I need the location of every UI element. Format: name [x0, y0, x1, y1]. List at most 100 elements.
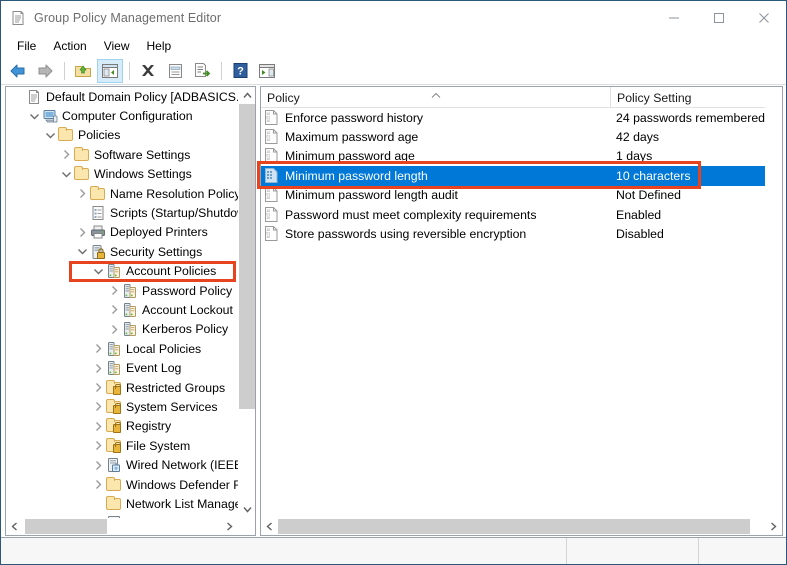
- listview-hscroll-track[interactable]: [278, 518, 765, 535]
- tree-item-scripts[interactable]: Scripts (Startup/Shutdow: [6, 203, 239, 222]
- show-action-pane-button[interactable]: [254, 59, 280, 83]
- gpme-window: Group Policy Management Editor File Acti…: [0, 0, 787, 565]
- menu-action[interactable]: Action: [46, 37, 96, 56]
- tree-hscroll-thumb[interactable]: [25, 519, 107, 534]
- listview-vertical-scrollbar[interactable]: [765, 87, 782, 518]
- tree-item-event-log[interactable]: Event Log: [6, 358, 239, 377]
- tree-item-deployed-printers[interactable]: Deployed Printers: [6, 223, 239, 242]
- show-hide-console-tree-button[interactable]: [97, 59, 123, 83]
- policy-row[interactable]: 100110Maximum password age42 days: [261, 127, 782, 146]
- chevron-right-icon[interactable]: [74, 223, 90, 242]
- chevron-down-icon[interactable]: [58, 165, 74, 184]
- tree-item-software-settings[interactable]: Software Settings: [6, 145, 239, 164]
- tree-horizontal-scrollbar[interactable]: [6, 518, 238, 535]
- up-one-level-button[interactable]: [70, 59, 96, 83]
- scroll-down-arrow-icon[interactable]: [239, 501, 256, 518]
- properties-button[interactable]: [162, 59, 188, 83]
- policy-setting-cell: Enabled: [616, 208, 661, 222]
- chevron-down-icon[interactable]: [90, 262, 106, 281]
- tree-item-network-list-manager[interactable]: Network List Manage: [6, 494, 239, 513]
- chevron-right-icon[interactable]: [90, 378, 106, 397]
- tree-vertical-scrollbar[interactable]: [238, 87, 255, 518]
- back-button[interactable]: [5, 59, 31, 83]
- policy-list[interactable]: 100110Enforce password history24 passwor…: [261, 108, 782, 518]
- chevron-right-icon[interactable]: [90, 359, 106, 378]
- menu-view[interactable]: View: [97, 37, 140, 56]
- chevron-right-icon[interactable]: [90, 456, 106, 475]
- tree-item-wired-network[interactable]: Wired Network (IEEE 8: [6, 455, 239, 474]
- chevron-down-icon[interactable]: [26, 107, 42, 126]
- tree-item-default-domain-policy[interactable]: Default Domain Policy [ADBASICS.THM: [6, 87, 239, 106]
- window-titlebar[interactable]: Group Policy Management Editor: [1, 1, 786, 35]
- tree-item-name-resolution-policy[interactable]: Name Resolution Policy: [6, 184, 239, 203]
- menu-help[interactable]: Help: [140, 37, 182, 56]
- tree-item-system-services[interactable]: System Services: [6, 397, 239, 416]
- policy-row[interactable]: 100110Enforce password history24 passwor…: [261, 108, 782, 127]
- column-header-policy-setting[interactable]: Policy Setting: [611, 87, 782, 108]
- policy-name-cell: Password must meet complexity requiremen…: [285, 208, 616, 222]
- folder-icon: [106, 496, 122, 512]
- policy-document-icon: [26, 89, 42, 105]
- scroll-up-arrow-icon[interactable]: [239, 87, 256, 104]
- chevron-right-icon[interactable]: [90, 339, 106, 358]
- scroll-left-arrow-icon[interactable]: [261, 518, 278, 535]
- minimize-button[interactable]: [651, 1, 696, 35]
- scroll-right-arrow-icon[interactable]: [765, 518, 782, 535]
- tree-item-password-policy[interactable]: Password Policy: [6, 281, 239, 300]
- tree-item-windows-settings[interactable]: Windows Settings: [6, 165, 239, 184]
- toolbar: ?: [1, 57, 786, 85]
- export-list-button[interactable]: [189, 59, 215, 83]
- tree-item-kerberos-policy[interactable]: Kerberos Policy: [6, 320, 239, 339]
- chevron-down-icon[interactable]: [74, 242, 90, 261]
- wired-network-icon: [106, 457, 122, 473]
- tree-item-security-settings[interactable]: Security Settings: [6, 242, 239, 261]
- tree-item-restricted-groups[interactable]: Restricted Groups: [6, 378, 239, 397]
- scroll-left-arrow-icon[interactable]: [6, 518, 23, 535]
- tree-item-file-system[interactable]: File System: [6, 436, 239, 455]
- chevron-right-icon[interactable]: [90, 417, 106, 436]
- help-button[interactable]: ?: [227, 59, 253, 83]
- tree-item-label: Registry: [126, 419, 171, 433]
- chevron-down-icon[interactable]: [42, 126, 58, 145]
- chevron-right-icon[interactable]: [74, 184, 90, 203]
- maximize-button[interactable]: [696, 1, 741, 35]
- tree-hscroll-track[interactable]: [23, 518, 221, 535]
- chevron-right-icon[interactable]: [90, 475, 106, 494]
- close-button[interactable]: [741, 1, 786, 35]
- chevron-right-icon[interactable]: [90, 397, 106, 416]
- tree-item-local-policies[interactable]: Local Policies: [6, 339, 239, 358]
- policy-row[interactable]: 100110Store passwords using reversible e…: [261, 224, 782, 243]
- policy-row[interactable]: 100110Minimum password age1 days: [261, 147, 782, 166]
- chevron-right-icon[interactable]: [106, 300, 122, 319]
- menu-file[interactable]: File: [10, 37, 46, 56]
- svg-text:10: 10: [266, 158, 270, 162]
- policy-setting-cell: Disabled: [616, 227, 664, 241]
- forward-button[interactable]: [32, 59, 58, 83]
- delete-button[interactable]: [135, 59, 161, 83]
- chevron-right-icon[interactable]: [58, 145, 74, 164]
- chevron-right-icon[interactable]: [106, 281, 122, 300]
- tree-item-registry[interactable]: Registry: [6, 417, 239, 436]
- column-header-policy[interactable]: Policy: [261, 87, 611, 108]
- policy-setting-icon: 100110: [264, 129, 280, 145]
- tree-item-account-policies[interactable]: Account Policies: [6, 262, 239, 281]
- policy-setting-icon: [264, 168, 280, 184]
- tree-scroll-thumb[interactable]: [239, 104, 256, 409]
- tree-item-account-lockout-policy[interactable]: Account Lockout: [6, 300, 239, 319]
- content-area: Default Domain Policy [ADBASICS.THM Compu…: [1, 86, 786, 537]
- console-tree[interactable]: Default Domain Policy [ADBASICS.THM Compu…: [6, 87, 239, 518]
- tree-item-windows-defender-firewall[interactable]: Windows Defender Fi: [6, 475, 239, 494]
- tree-item-computer-configuration[interactable]: Computer Configuration: [6, 106, 239, 125]
- policy-row[interactable]: Minimum password length10 characters: [261, 166, 782, 185]
- policy-row[interactable]: 100110Minimum password length auditNot D…: [261, 186, 782, 205]
- chevron-right-icon[interactable]: [106, 320, 122, 339]
- column-header-policy-setting-label: Policy Setting: [617, 91, 692, 105]
- listview-hscroll-thumb[interactable]: [278, 519, 750, 534]
- listview-horizontal-scrollbar[interactable]: [261, 518, 782, 535]
- tree-item-policies[interactable]: Policies: [6, 126, 239, 145]
- scroll-right-arrow-icon[interactable]: [221, 518, 238, 535]
- column-header-policy-label: Policy: [267, 91, 300, 105]
- tree-item-label: Computer Configuration: [62, 109, 193, 123]
- policy-row[interactable]: 100110Password must meet complexity requ…: [261, 205, 782, 224]
- chevron-right-icon[interactable]: [90, 436, 106, 455]
